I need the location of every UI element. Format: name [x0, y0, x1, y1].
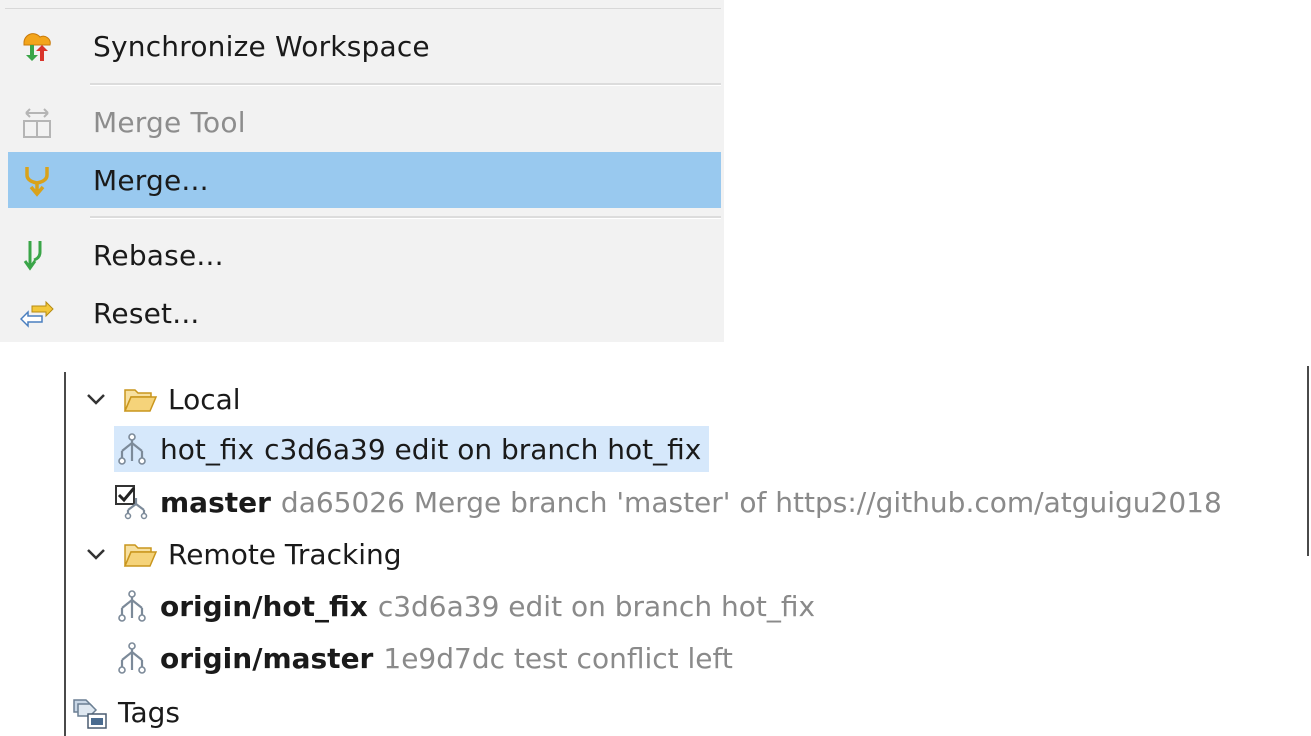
tree-border — [1307, 366, 1309, 556]
branch-detail: 1e9d7dc test conflict left — [383, 641, 733, 675]
rebase-icon — [23, 241, 42, 271]
tree-node-local[interactable]: Local — [84, 376, 241, 422]
folder-open-icon — [123, 544, 158, 567]
chevron-down-icon[interactable] — [84, 542, 108, 566]
branch-row-hot-fix[interactable]: hot_fix c3d6a39 edit on branch hot_fix — [114, 426, 710, 472]
menu-item-synchronize-workspace[interactable]: Synchronize Workspace — [8, 18, 721, 74]
branch-name: master — [160, 485, 271, 519]
branch-name: hot_fix — [160, 432, 255, 466]
branch-detail: c3d6a39 edit on branch hot_fix — [377, 589, 816, 623]
menu-separator — [5, 8, 721, 9]
branch-detail: c3d6a39 edit on branch hot_fix — [264, 432, 702, 466]
branch-icon — [118, 590, 146, 622]
branch-icon — [118, 642, 146, 674]
tags-icon — [73, 699, 107, 729]
menu-item-merge-tool[interactable]: Merge Tool — [8, 94, 721, 150]
branch-icon — [118, 433, 146, 465]
tree-node-label: Local — [168, 382, 241, 416]
branch-row-origin-hot-fix[interactable]: origin/hot_fix c3d6a39 edit on branch ho… — [114, 583, 815, 629]
tree-node-remote-tracking[interactable]: Remote Tracking — [84, 531, 402, 577]
menu-item-label: Rebase... — [93, 238, 224, 272]
merge-icon — [25, 167, 49, 197]
menu-item-reset[interactable]: Reset... — [8, 285, 721, 341]
branch-row-master[interactable]: master da65026 Merge branch 'master' of … — [114, 479, 1222, 525]
folder-open-icon — [123, 389, 158, 412]
merge-tool-icon — [23, 108, 51, 138]
branch-row-origin-master[interactable]: origin/master 1e9d7dc test conflict left — [114, 635, 733, 681]
menu-separator — [90, 216, 721, 219]
tree-border — [64, 372, 66, 736]
menu-item-merge[interactable]: Merge... — [8, 152, 721, 208]
synchronize-icon — [23, 33, 51, 61]
menu-separator — [90, 83, 721, 86]
branch-name: origin/hot_fix — [160, 589, 368, 623]
branch-name: origin/master — [160, 641, 374, 675]
branch-detail: da65026 Merge branch 'master' of https:/… — [280, 485, 1222, 519]
menu-item-rebase[interactable]: Rebase... — [8, 227, 721, 283]
tree-node-label: Remote Tracking — [168, 537, 402, 571]
menu-item-label: Merge Tool — [93, 105, 246, 139]
checked-out-branch-icon — [115, 485, 148, 520]
context-menu: Synchronize Workspace Merge Tool Merge..… — [0, 0, 724, 342]
reset-icon — [20, 300, 54, 328]
tree-node-label: Tags — [118, 695, 180, 729]
menu-item-label: Synchronize Workspace — [93, 29, 430, 63]
chevron-down-icon[interactable] — [84, 387, 108, 411]
menu-item-label: Merge... — [93, 163, 209, 197]
menu-item-label: Reset... — [93, 296, 200, 330]
tree-node-tags[interactable]: Tags — [72, 689, 180, 735]
